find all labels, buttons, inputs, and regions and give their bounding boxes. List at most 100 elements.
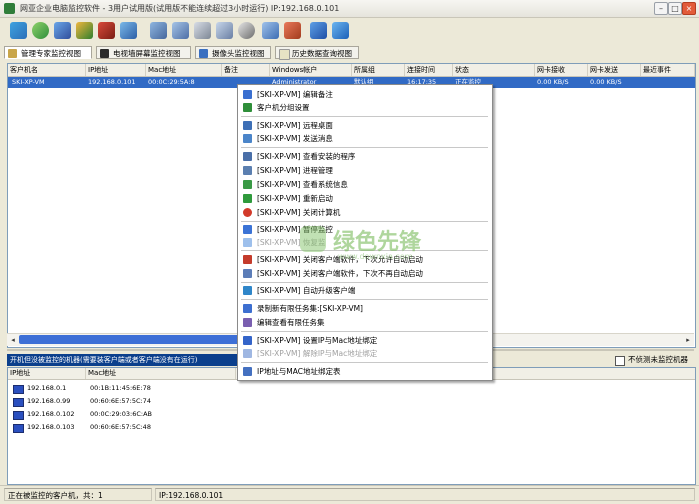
menu-separator <box>241 362 488 363</box>
send-icon[interactable] <box>172 22 189 39</box>
minimize-icon[interactable]: – <box>654 2 668 15</box>
printer-icon[interactable] <box>194 22 211 39</box>
no-detect-checkbox[interactable] <box>615 356 625 366</box>
cell-ip: 192.168.0.101 <box>88 78 136 86</box>
computer-icon <box>13 424 24 433</box>
menu-item-shutdown[interactable]: [SKI-XP-VM] 关闭计算机 <box>238 206 492 219</box>
menu-item-installed-programs[interactable]: [SKI-XP-VM] 查看安装的程序 <box>238 150 492 163</box>
window-icon[interactable] <box>216 22 233 39</box>
col-mac[interactable]: Mac地址 <box>146 64 222 76</box>
col-lower-mac[interactable]: Mac地址 <box>86 368 236 379</box>
cell-lower-mac: 00:60:6E:57:5C:74 <box>90 397 151 405</box>
grid-header: 客户机名 IP地址 Mac地址 备注 Windows帐户 所属组 连接时间 状态… <box>8 64 695 77</box>
power-icon <box>243 208 252 217</box>
tab-tv-wall-view[interactable]: 电视墙屏幕监控视图 <box>96 46 191 59</box>
tab-admin-icon <box>8 49 17 58</box>
menu-item-unbind-ip-mac[interactable]: [SKI-XP-VM] 解除IP与Mac地址绑定 <box>238 347 492 360</box>
col-tx[interactable]: 网卡发送 <box>588 64 641 76</box>
menu-separator <box>241 331 488 332</box>
tab-admin-view[interactable]: 管理专家监控视图 <box>4 46 92 59</box>
stats-icon[interactable] <box>310 22 327 39</box>
col-client-name[interactable]: 客户机名 <box>8 64 86 76</box>
cell-rx: 0.00 KB/S <box>537 78 569 86</box>
table-row[interactable]: 192.168.0.99 00:60:6E:57:5C:74 <box>8 396 695 408</box>
menu-item-upgrade-client[interactable]: [SKI-XP-VM] 自动升级客户端 <box>238 284 492 297</box>
col-note[interactable]: 备注 <box>222 64 270 76</box>
help-icon[interactable] <box>332 22 349 39</box>
network-icon[interactable] <box>32 22 49 39</box>
menu-separator <box>241 299 488 300</box>
maximize-icon[interactable]: □ <box>668 2 682 15</box>
tab-label: 历史数据查询视图 <box>292 49 352 58</box>
screen-icon[interactable] <box>150 22 167 39</box>
col-event[interactable]: 最近事件 <box>641 64 695 76</box>
scroll-left-icon[interactable]: ◂ <box>8 335 18 345</box>
menu-item-restart[interactable]: [SKI-XP-VM] 重新启动 <box>238 192 492 205</box>
play-icon <box>243 238 252 247</box>
computer-icon <box>13 398 24 407</box>
cell-client-name: SKI-XP-VM <box>12 78 45 86</box>
monitor-icon[interactable] <box>54 22 71 39</box>
menu-separator <box>241 221 488 222</box>
col-account[interactable]: Windows帐户 <box>270 64 352 76</box>
upgrade-icon <box>243 286 252 295</box>
menu-item-send-message[interactable]: [SKI-XP-VM] 发送消息 <box>238 132 492 145</box>
users-icon[interactable] <box>76 22 93 39</box>
view-tabs: 管理专家监控视图 电视墙屏幕监控视图 摄像头监控视图 历史数据查询视图 <box>0 45 699 61</box>
tab-camera-view[interactable]: 摄像头监控视图 <box>195 46 271 59</box>
message-icon <box>243 134 252 143</box>
menu-item-group-settings[interactable]: 客户机分组设置 <box>238 101 492 114</box>
menu-item-process-manager[interactable]: [SKI-XP-VM] 进程管理 <box>238 164 492 177</box>
col-rx[interactable]: 网卡接收 <box>535 64 588 76</box>
table-icon <box>243 367 252 376</box>
edit-task-icon <box>243 318 252 327</box>
pause-icon <box>243 225 252 234</box>
desktop-icon[interactable] <box>262 22 279 39</box>
close-icon[interactable]: × <box>682 2 696 15</box>
menu-separator <box>241 116 488 117</box>
settings-icon[interactable] <box>120 22 137 39</box>
report-icon[interactable] <box>284 22 301 39</box>
table-row[interactable]: 192.168.0.102 00:0C:29:03:6C:AB <box>8 409 695 421</box>
computer-icon <box>13 411 24 420</box>
tab-label: 管理专家监控视图 <box>21 49 81 58</box>
cell-lower-ip: 192.168.0.99 <box>27 397 71 405</box>
cell-tx: 0.00 KB/S <box>590 78 622 86</box>
programs-icon <box>243 152 252 161</box>
menu-item-close-client-autostart[interactable]: [SKI-XP-VM] 关闭客户端软件，下次允许自动启动 <box>238 253 492 266</box>
menu-item-close-client-no-autostart[interactable]: [SKI-XP-VM] 关闭客户端软件，下次不再自动启动 <box>238 267 492 280</box>
process-icon <box>243 166 252 175</box>
col-lower-ip[interactable]: IP地址 <box>8 368 86 379</box>
table-row[interactable]: 192.168.0.1 00:1B:11:45:6E:78 <box>8 383 695 395</box>
menu-item-resume-monitor[interactable]: [SKI-XP-VM] 恢复监 <box>238 236 492 249</box>
menu-item-ip-mac-table[interactable]: IP地址与MAC地址绑定表 <box>238 365 492 378</box>
col-group[interactable]: 所属组 <box>352 64 405 76</box>
disk-icon[interactable] <box>238 22 255 39</box>
status-bar: 正在被监控的客户机，共：1 IP:192.168.0.101 <box>0 485 699 504</box>
tab-camera-icon <box>199 49 208 58</box>
cell-event <box>641 77 695 88</box>
col-time[interactable]: 连接时间 <box>405 64 453 76</box>
scroll-thumb[interactable] <box>19 335 244 344</box>
close-client-icon <box>243 269 252 278</box>
menu-item-edit-note[interactable]: [SKI-XP-VM] 编辑备注 <box>238 88 492 101</box>
table-row[interactable]: 192.168.0.103 00:60:6E:57:5C:48 <box>8 422 695 434</box>
menu-item-bind-ip-mac[interactable]: [SKI-XP-VM] 设置IP与Mac地址绑定 <box>238 334 492 347</box>
menu-item-pause-monitor[interactable]: [SKI-XP-VM] 暂停监控 <box>238 223 492 236</box>
scroll-right-icon[interactable]: ▸ <box>683 335 693 345</box>
client-manage-icon[interactable] <box>10 22 27 39</box>
menu-item-system-info[interactable]: [SKI-XP-VM] 查看系统信息 <box>238 178 492 191</box>
col-ip[interactable]: IP地址 <box>86 64 146 76</box>
menu-item-remote-desktop[interactable]: [SKI-XP-VM] 远程桌面 <box>238 119 492 132</box>
cell-lower-mac: 00:60:6E:57:5C:48 <box>90 423 151 431</box>
tab-history-view[interactable]: 历史数据查询视图 <box>275 46 359 60</box>
shield-icon[interactable] <box>98 22 115 39</box>
menu-item-record-task-set[interactable]: 录制新有限任务集:[SKI-XP-VM] <box>238 302 492 315</box>
cell-lower-mac: 00:0C:29:03:6C:AB <box>90 410 153 418</box>
window-title: 网亚企业电脑监控软件 - 3用户试用版(试用版不能连续超过3小时运行) IP:1… <box>20 4 340 13</box>
unlock-icon <box>243 349 252 358</box>
context-menu: [SKI-XP-VM] 编辑备注 客户机分组设置 [SKI-XP-VM] 远程桌… <box>237 84 493 381</box>
menu-item-edit-task-set[interactable]: 编辑查看有限任务集 <box>238 316 492 329</box>
computer-icon <box>13 385 24 394</box>
col-status[interactable]: 状态 <box>453 64 535 76</box>
